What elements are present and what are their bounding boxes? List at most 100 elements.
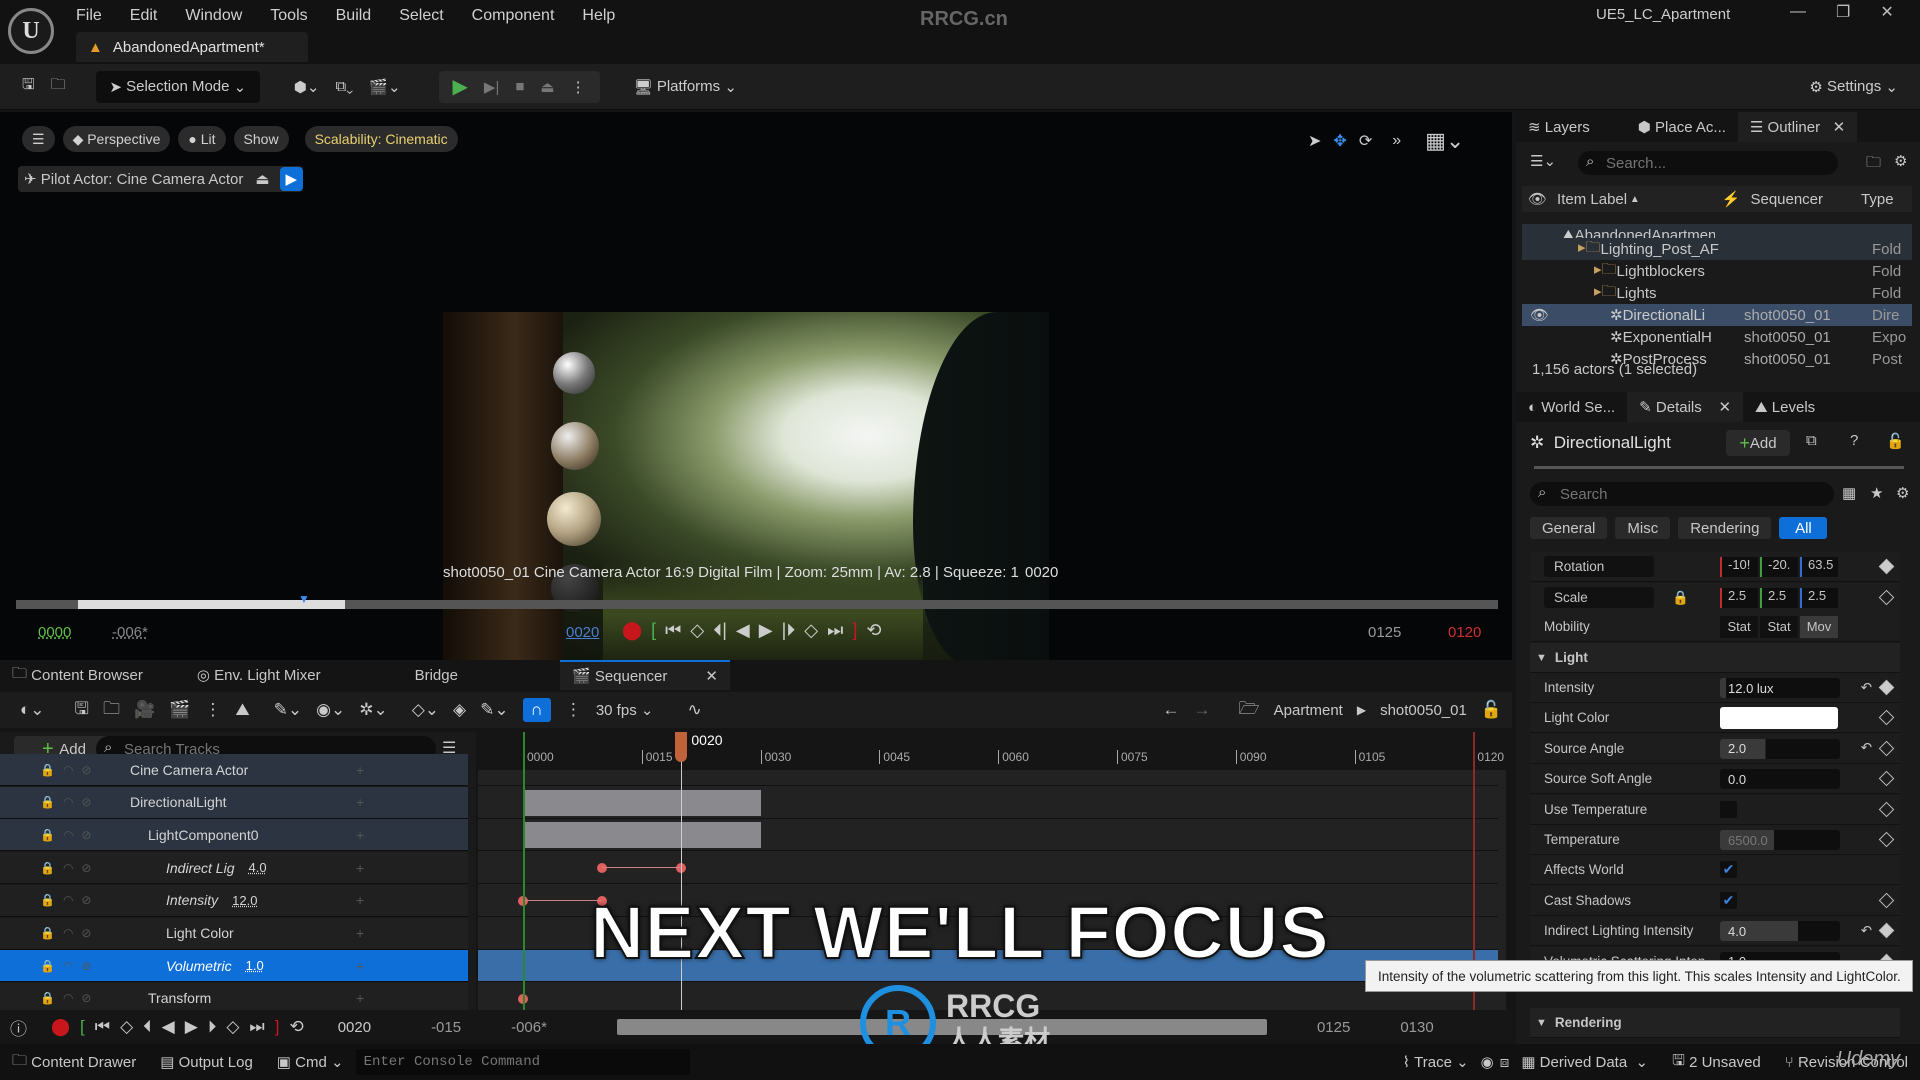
unsaved-button[interactable]: 🖫 2 Unsaved — [1660, 1047, 1773, 1077]
expand-icon[interactable]: » — [1392, 132, 1401, 150]
unreal-logo[interactable]: U — [8, 8, 54, 54]
rotation-z-field[interactable]: 63.5 — [1800, 556, 1838, 577]
tab-sequencer[interactable]: 🎬 Sequencer ✕ — [559, 660, 730, 690]
track-row[interactable]: 🔒◠⊘ DirectionalLight + — [0, 786, 468, 819]
keyframe[interactable] — [597, 863, 608, 874]
outliner-row[interactable]: ✲ ExponentialH shot0050_01 Expo — [1522, 326, 1912, 348]
keyframe-diamond-icon[interactable] — [1878, 679, 1895, 696]
outliner-row[interactable]: ▸🗀 Lightblockers Fold — [1522, 260, 1912, 282]
outliner-row[interactable]: ▸🗀 Lights Fold — [1522, 282, 1912, 304]
unlock-icon[interactable]: 🔓 — [1886, 432, 1905, 450]
track-lane[interactable] — [478, 819, 1498, 852]
track-lane[interactable] — [478, 787, 1498, 819]
fps-dropdown[interactable]: 30 fps ⌄ — [596, 701, 654, 719]
menu-build[interactable]: Build — [336, 7, 372, 25]
tab-outliner[interactable]: ☰ Outliner ✕ — [1737, 112, 1858, 142]
next-key-button-seq[interactable]: ◇ — [226, 1017, 239, 1037]
section-bar[interactable] — [523, 822, 761, 849]
tab-world-settings[interactable]: ◐ World Se... — [1516, 392, 1627, 422]
snap-options-icon[interactable]: ⋮ — [565, 700, 582, 720]
outliner-row[interactable]: ▸🗀 Lighting_Post_AF Fold — [1522, 238, 1912, 260]
mobility-option[interactable]: Mov — [1800, 615, 1838, 638]
next-frame-button[interactable]: |⏵ — [782, 620, 796, 641]
section-rendering[interactable]: ▼ Rendering — [1530, 1008, 1900, 1038]
tab-layers[interactable]: ≋ Layers — [1516, 112, 1602, 142]
set-end-button[interactable]: ] — [852, 620, 857, 641]
console-input[interactable] — [355, 1049, 690, 1075]
filter-misc[interactable]: Misc — [1615, 517, 1671, 539]
view-end[interactable]: 0130 — [1400, 1019, 1433, 1036]
platforms-dropdown[interactable]: 🖥 Platforms ⌄ — [626, 71, 745, 103]
play-button-seq[interactable]: ▶ — [185, 1017, 198, 1037]
show-button[interactable]: Show — [233, 126, 289, 152]
selection-mode-dropdown[interactable]: ➤ Selection Mode ⌄ — [95, 70, 260, 103]
breadcrumb-apartment[interactable]: Apartment — [1274, 702, 1343, 719]
blueprint-icon[interactable]: ⧉ — [1806, 432, 1817, 449]
key-icon[interactable]: ◇⌄ — [412, 700, 439, 720]
edit-mode-icon[interactable]: ✎⌄ — [480, 700, 509, 720]
world-icon[interactable]: ◐⌄ — [20, 700, 45, 720]
close-sequencer-icon[interactable]: ✕ — [705, 667, 718, 685]
go-end-button[interactable]: ⏭ — [827, 620, 843, 641]
play-icon[interactable]: ▶ — [445, 71, 476, 103]
level-viewport[interactable]: ☰ ◆ Perspective ● Lit Show Scalability: … — [0, 112, 1512, 665]
transform-mode-dropdown[interactable]: Rotation — [1544, 556, 1654, 577]
menu-window[interactable]: Window — [185, 7, 242, 25]
prev-frame-button[interactable]: ⏴| — [713, 620, 727, 641]
output-log-button[interactable]: ▤ Output Log — [148, 1047, 265, 1077]
transform-mode-dropdown[interactable]: Scale — [1544, 587, 1654, 608]
set-end-button-seq[interactable]: ] — [275, 1017, 280, 1037]
derived-data-dropdown[interactable]: ▦ Derived Data ⌄ — [1509, 1047, 1660, 1077]
keyframe-diamond-icon[interactable] — [1878, 922, 1895, 939]
menu-edit[interactable]: Edit — [130, 7, 158, 25]
rotation-y-field[interactable]: -20. — [1760, 556, 1798, 577]
find-asset-icon[interactable]: 🗀 — [103, 696, 120, 725]
info-icon[interactable]: ⓘ — [10, 1015, 27, 1040]
tab-env-light-mixer[interactable]: ◎ Env. Light Mixer — [185, 660, 333, 690]
working-end[interactable]: 0125 — [1317, 1019, 1350, 1036]
select-tool-icon[interactable]: ➤ — [1308, 131, 1321, 151]
set-start-button-seq[interactable]: [ — [80, 1017, 85, 1037]
current-frame-seq[interactable]: 0020 — [338, 1019, 371, 1036]
view-start[interactable]: -015 — [431, 1019, 461, 1036]
tools-icon[interactable]: ✎⌄ — [274, 700, 303, 720]
trace-dropdown[interactable]: ⌇ Trace ⌄ — [1391, 1047, 1481, 1077]
menu-select[interactable]: Select — [399, 7, 443, 25]
property-value-field[interactable]: 2.0 — [1720, 738, 1840, 759]
rotation-x-field[interactable]: -10! — [1720, 556, 1758, 577]
record-button-seq[interactable]: ⬤ — [51, 1017, 70, 1037]
track-row[interactable]: 🔒◠⊘ LightComponent0 + — [0, 819, 468, 852]
filter-all[interactable]: All — [1779, 517, 1828, 539]
scale-x-field[interactable]: 2.5 — [1720, 587, 1758, 608]
track-lane[interactable] — [478, 852, 1498, 885]
play-reverse-button-seq[interactable]: ◀ — [162, 1017, 175, 1037]
keyframe-diamond-icon[interactable] — [1878, 770, 1895, 787]
close-outliner-icon[interactable]: ✕ — [1833, 118, 1846, 136]
back-icon[interactable]: ← — [1163, 700, 1180, 720]
save-sequence-icon[interactable]: 🖫 — [75, 696, 89, 725]
play-reverse-button[interactable]: ◀ — [736, 620, 750, 641]
add-key-icon[interactable]: + — [356, 762, 364, 778]
menu-tools[interactable]: Tools — [270, 7, 307, 25]
prev-key-button[interactable]: ◇ — [690, 620, 704, 641]
add-component-button[interactable]: + Add — [1726, 430, 1790, 456]
cinematics-icon[interactable]: 🎬⌄ — [361, 71, 408, 103]
maximize-button[interactable]: ❐ — [1836, 2, 1850, 22]
blueprint-icon[interactable]: ⧉⌄ — [327, 71, 361, 103]
offset-frame[interactable]: -006* — [112, 624, 148, 641]
keyframe-diamond-icon[interactable] — [1878, 740, 1895, 757]
playback-options-icon[interactable]: ✲⌄ — [359, 700, 388, 720]
keyframe-diamond-icon[interactable] — [1878, 801, 1895, 817]
property-value-field[interactable]: 6500.0 — [1720, 830, 1840, 850]
prev-key-button-seq[interactable]: ◇ — [120, 1017, 133, 1037]
curve-editor-icon[interactable]: ∿ — [687, 700, 701, 720]
content-drawer-button[interactable]: 🗀 Content Drawer — [0, 1047, 148, 1077]
screenshot-icon[interactable]: ⧈ — [1500, 1054, 1510, 1071]
lock-scale-icon[interactable]: 🔒 — [1672, 590, 1689, 606]
record-button[interactable]: ⬤ — [622, 620, 642, 641]
track-controls-icon[interactable]: 🔒◠⊘ — [0, 795, 112, 809]
add-key-icon[interactable]: + — [356, 860, 364, 876]
add-key-icon[interactable]: + — [356, 990, 364, 1006]
start-frame[interactable]: 0000 — [38, 624, 71, 641]
new-folder-icon[interactable]: 🗀 — [1866, 152, 1881, 177]
